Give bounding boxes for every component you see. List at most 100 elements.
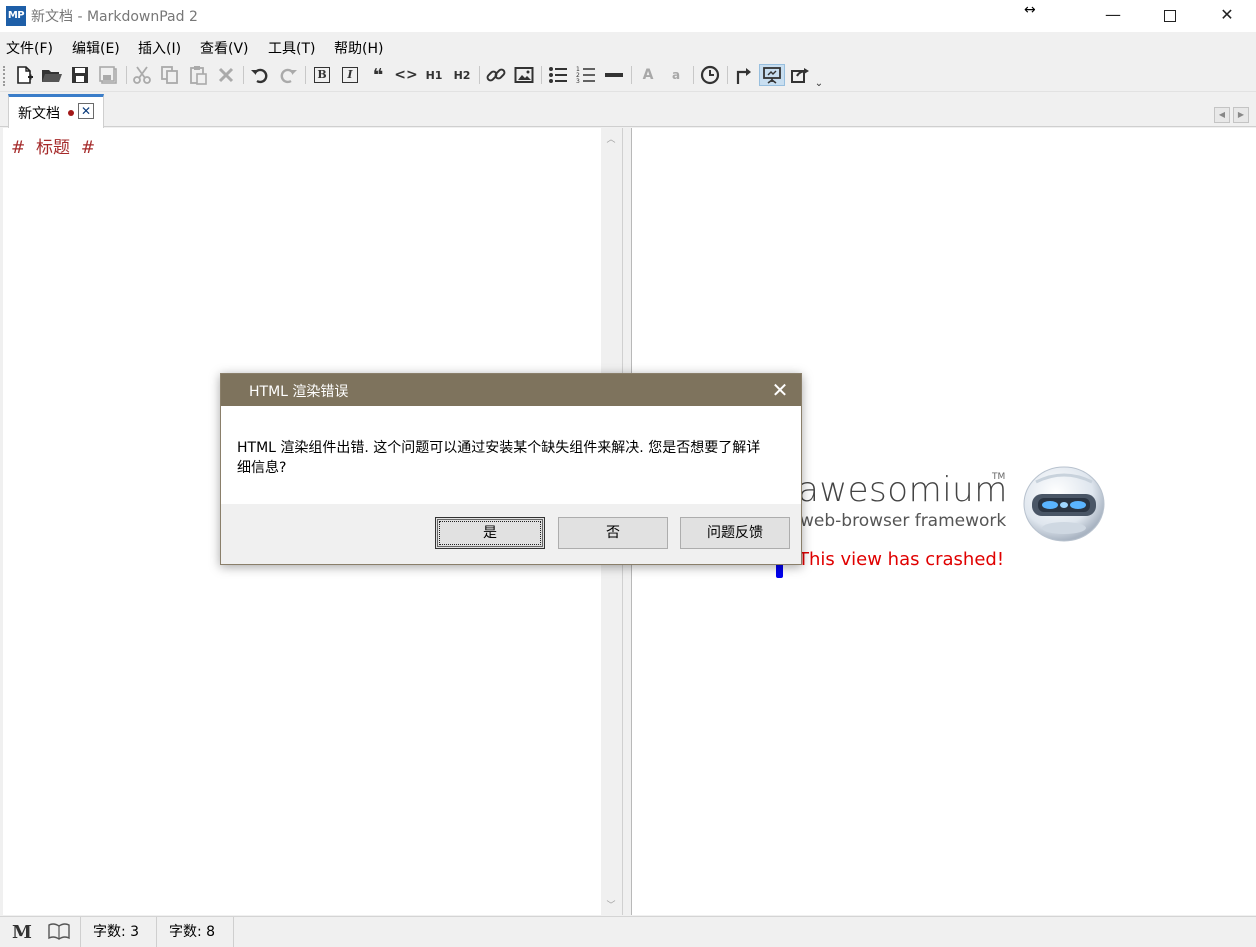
toolbar-grip[interactable] — [3, 66, 6, 86]
redo-icon — [280, 68, 297, 84]
toolbar-overflow-button[interactable]: ⌄ — [812, 72, 826, 94]
scroll-sync-icon — [736, 68, 751, 84]
dialog-title-bar: HTML 渲染错误 ✕ — [221, 374, 801, 406]
presentation-icon — [763, 67, 781, 84]
horizontal-rule-button[interactable] — [602, 64, 626, 86]
save-all-button[interactable] — [96, 64, 120, 86]
quote-icon: ❝ — [372, 64, 384, 86]
menu-tools[interactable]: 工具(T) — [268, 38, 315, 58]
dialog-close-button[interactable]: ✕ — [767, 377, 793, 403]
folder-open-icon — [42, 70, 62, 82]
document-tab-bar: 新文档 ✕ ◀ ▶ — [0, 93, 1256, 128]
toolbar-separator — [479, 66, 480, 84]
trademark-mark: TM — [992, 472, 1006, 482]
toolbar-separator — [126, 66, 127, 84]
minimize-button[interactable]: — — [1084, 0, 1142, 32]
bullet-list-button[interactable] — [546, 64, 570, 86]
cut-button[interactable] — [130, 64, 154, 86]
tab-scroll-left-button[interactable]: ◀ — [1214, 107, 1230, 123]
markdown-icon[interactable]: M — [12, 922, 32, 943]
focus-rectangle — [439, 521, 541, 545]
awesomium-sphere-icon — [1023, 466, 1105, 542]
character-count: 字数: 8 — [156, 917, 234, 947]
export-share-icon — [791, 68, 809, 83]
blockquote-button[interactable]: ❝ — [366, 64, 390, 86]
scroll-up-icon[interactable]: ︿ — [606, 132, 616, 145]
awesomium-logo-text: awesomium — [798, 470, 1008, 510]
dialog-title: HTML 渲染错误 — [249, 384, 349, 400]
toolbar-separator — [243, 66, 244, 84]
heading1-button[interactable]: H1 — [422, 64, 446, 86]
bullet-list-icon — [549, 67, 567, 83]
editor-line-heading: # 标题 # — [11, 138, 96, 158]
new-document-icon — [17, 66, 33, 84]
maximize-button[interactable] — [1141, 0, 1199, 32]
bold-icon: B — [314, 67, 330, 83]
toolbar: B I ❝ <> H1 H2 123 A a ⌄ — [0, 58, 1256, 92]
tab-new-document[interactable]: 新文档 ✕ — [8, 94, 104, 128]
image-icon — [514, 67, 534, 83]
save-button[interactable] — [68, 64, 92, 86]
html-render-error-dialog: HTML 渲染错误 ✕ HTML 渲染组件出错. 这个问题可以通过安装某个缺失组… — [220, 373, 802, 565]
no-button-label: 否 — [606, 525, 620, 541]
book-icon[interactable] — [48, 922, 70, 945]
open-folder-button[interactable] — [40, 64, 64, 86]
menu-help[interactable]: 帮助(H) — [334, 38, 383, 58]
insert-image-button[interactable] — [512, 64, 536, 86]
scroll-down-icon[interactable]: ﹀ — [606, 898, 616, 911]
open-book-icon — [48, 923, 70, 940]
save-all-icon — [99, 66, 117, 84]
dialog-body: HTML 渲染组件出错. 这个问题可以通过安装某个缺失组件来解决. 您是否想要了… — [221, 406, 801, 504]
insert-link-button[interactable] — [484, 64, 508, 86]
tab-close-button[interactable]: ✕ — [78, 103, 94, 119]
horizontal-rule-icon — [605, 73, 623, 77]
toolbar-separator — [631, 66, 632, 84]
menu-view[interactable]: 查看(V) — [200, 38, 249, 58]
bold-button[interactable]: B — [310, 64, 334, 86]
numbered-list-button[interactable]: 123 — [574, 64, 598, 86]
title-bar: MP 新文档 - MarkdownPad 2 ↔ — ✕ — [0, 0, 1256, 32]
toolbar-separator — [541, 66, 542, 84]
awesomium-tagline: web-browser framework — [800, 511, 1007, 531]
window-title: 新文档 - MarkdownPad 2 — [31, 9, 198, 25]
unsaved-indicator-icon — [68, 110, 74, 116]
delete-button[interactable] — [214, 64, 238, 86]
font-larger-button[interactable]: A — [636, 64, 660, 86]
toggle-preview-button[interactable] — [759, 64, 785, 86]
crash-message: This view has crashed! — [798, 549, 1005, 570]
clock-icon — [700, 65, 720, 85]
redo-button[interactable] — [276, 64, 300, 86]
copy-button[interactable] — [158, 64, 182, 86]
sync-scroll-button[interactable] — [732, 64, 756, 86]
menu-file[interactable]: 文件(F) — [6, 38, 53, 58]
undo-button[interactable] — [248, 64, 272, 86]
yes-button[interactable]: 是 — [435, 517, 545, 549]
toolbar-separator — [693, 66, 694, 84]
h1-icon: H1 — [425, 68, 443, 82]
code-icon: <> — [394, 67, 418, 83]
font-smaller-button[interactable]: a — [664, 64, 688, 86]
tab-scroll-right-button[interactable]: ▶ — [1233, 107, 1249, 123]
save-icon — [72, 67, 88, 83]
heading2-button[interactable]: H2 — [450, 64, 474, 86]
menu-edit[interactable]: 编辑(E) — [72, 38, 120, 58]
font-small-icon: a — [671, 68, 681, 82]
export-button[interactable] — [788, 64, 812, 86]
insert-timestamp-button[interactable] — [698, 64, 722, 86]
word-count: 字数: 3 — [80, 917, 156, 947]
undo-icon — [251, 68, 268, 84]
italic-button[interactable]: I — [338, 64, 362, 86]
no-button[interactable]: 否 — [558, 517, 668, 549]
svg-text:3: 3 — [576, 78, 580, 85]
maximize-icon — [1164, 9, 1176, 22]
toolbar-separator — [727, 66, 728, 84]
feedback-button[interactable]: 问题反馈 — [680, 517, 790, 549]
toolbar-separator — [305, 66, 306, 84]
new-document-button[interactable] — [12, 64, 36, 86]
font-large-icon: A — [642, 67, 654, 83]
code-button[interactable]: <> — [394, 64, 418, 86]
tab-label: 新文档 — [18, 106, 60, 122]
paste-button[interactable] — [186, 64, 210, 86]
menu-insert[interactable]: 插入(I) — [138, 38, 181, 58]
close-window-button[interactable]: ✕ — [1198, 0, 1256, 32]
